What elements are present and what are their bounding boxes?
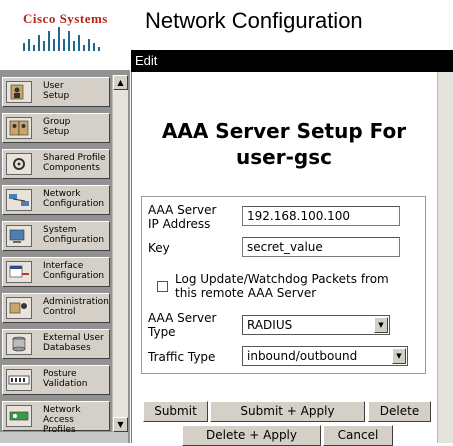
cisco-logo-text: Cisco Systems [23, 11, 108, 26]
key-input[interactable] [242, 237, 400, 257]
ip-address-label: AAA Server IP Address [148, 203, 217, 231]
nav-item-system-configuration[interactable]: System Configuration [2, 221, 110, 251]
nav-item-label: System Configuration [43, 225, 105, 245]
server-type-label: AAA Server Type [148, 311, 217, 339]
edit-vertical-scrollbar[interactable] [437, 72, 453, 443]
server-type-select[interactable]: RADIUS ▼ [242, 315, 390, 335]
nav-item-administration-control[interactable]: Administration Control [2, 293, 110, 323]
nav-item-label: Network Configuration [43, 189, 105, 209]
admin-control-icon [6, 297, 32, 319]
posture-icon [6, 369, 32, 391]
traffic-type-select[interactable]: inbound/outbound ▼ [242, 346, 408, 366]
nav-item-label: External User Databases [43, 333, 104, 353]
scroll-down-icon[interactable]: ▼ [113, 417, 128, 432]
nav-item-label: Interface Configuration [43, 261, 105, 281]
chevron-down-icon[interactable]: ▼ [392, 348, 406, 364]
nav-item-shared-profile[interactable]: Shared Profile Components [2, 149, 110, 179]
nav-item-interface-configuration[interactable]: Interface Configuration [2, 257, 110, 287]
edit-header-bar: Edit [131, 50, 453, 72]
system-config-icon [6, 225, 32, 247]
nav-item-posture-validation[interactable]: Posture Validation [2, 365, 110, 395]
nav-item-external-user-databases[interactable]: External User Databases [2, 329, 110, 359]
network-access-icon [6, 405, 32, 427]
group-setup-icon [6, 117, 32, 139]
shared-profile-icon [6, 153, 32, 175]
left-nav: User Setup Group Setup Shared Profile Co… [0, 70, 130, 443]
setup-title-line2: user-gsc [236, 145, 332, 169]
setup-title: AAA Server Setup For user-gsc [131, 118, 437, 170]
ip-address-input[interactable] [242, 206, 400, 226]
setup-title-line1: AAA Server Setup For [161, 119, 407, 143]
nav-vertical-scrollbar[interactable]: ▲ ▼ [112, 75, 128, 432]
aaa-server-form: AAA Server IP Address Key Log Update/Wat… [141, 196, 426, 374]
scroll-up-icon[interactable]: ▲ [113, 75, 128, 90]
network-config-icon [6, 189, 32, 211]
nav-item-network-access-profiles[interactable]: Network Access Profiles [2, 401, 110, 435]
page-title: Network Configuration [145, 8, 363, 33]
log-update-checkbox[interactable] [157, 281, 168, 292]
nav-item-label: Administration Control [43, 297, 109, 317]
nav-item-label: Shared Profile Components [43, 153, 106, 173]
submit-apply-button[interactable]: Submit + Apply [210, 401, 365, 422]
edit-label: Edit [135, 53, 158, 68]
key-label: Key [148, 241, 170, 255]
nav-item-label: User Setup [43, 81, 70, 101]
delete-button[interactable]: Delete [368, 401, 431, 422]
external-db-icon [6, 333, 32, 355]
nav-item-network-configuration[interactable]: Network Configuration [2, 185, 110, 215]
nav-item-label: Network Access Profiles [43, 405, 81, 435]
log-update-label: Log Update/Watchdog Packets from this re… [175, 272, 389, 300]
nav-item-user-setup[interactable]: User Setup [2, 77, 110, 107]
submit-button[interactable]: Submit [143, 401, 208, 422]
traffic-type-label: Traffic Type [148, 350, 216, 364]
user-setup-icon [6, 81, 32, 103]
nav-item-group-setup[interactable]: Group Setup [2, 113, 110, 143]
cisco-logo-icon [23, 27, 100, 51]
nav-item-label: Group Setup [43, 117, 71, 137]
chevron-down-icon[interactable]: ▼ [374, 317, 388, 333]
nav-item-label: Posture Validation [43, 369, 88, 389]
nav-horizontal-scrollbar[interactable] [0, 432, 128, 443]
interface-config-icon [6, 261, 32, 283]
